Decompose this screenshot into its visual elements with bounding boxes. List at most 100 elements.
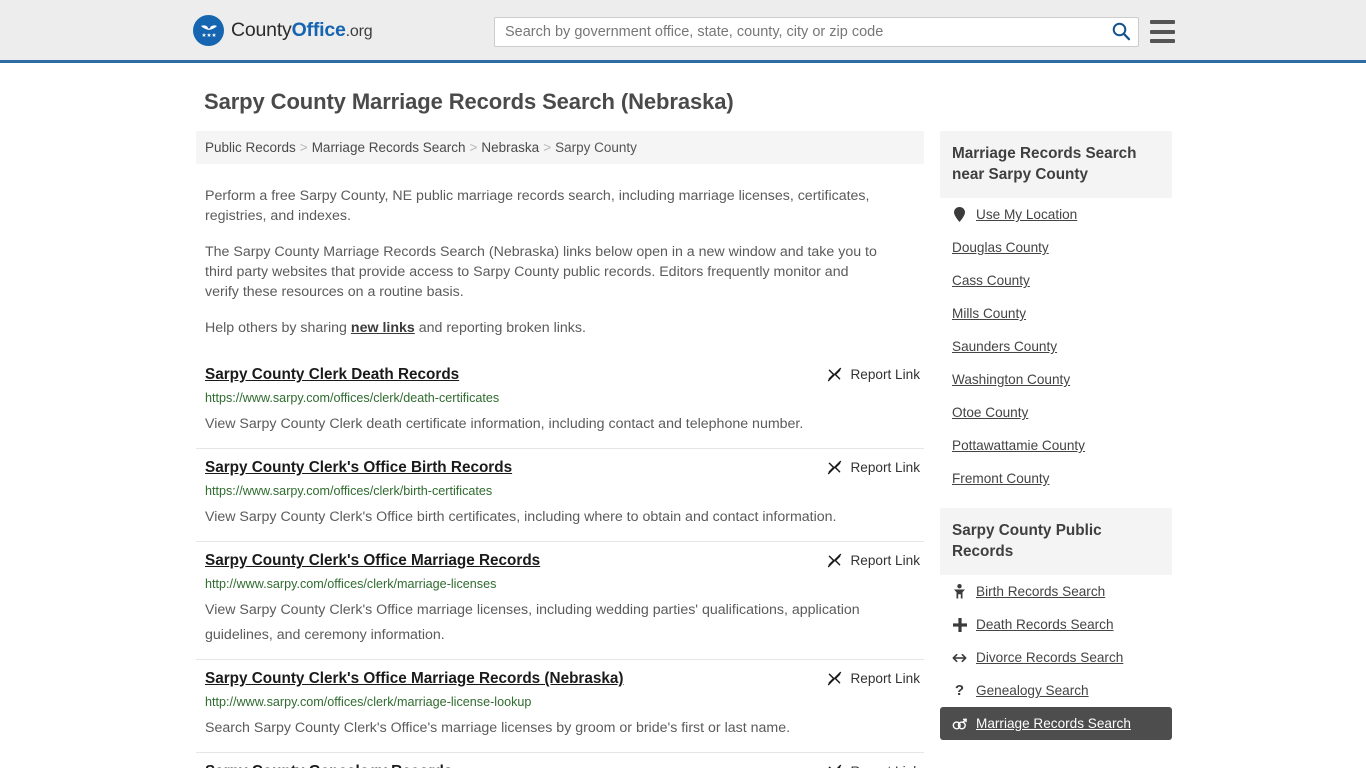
hamburger-menu-icon[interactable] [1150, 20, 1175, 43]
new-links-link[interactable]: new links [351, 320, 415, 336]
result-description: View Sarpy County Clerk's Office marriag… [205, 602, 860, 643]
breadcrumb-item-nebraska[interactable]: Nebraska [481, 140, 539, 155]
eagle-shield-icon [193, 14, 224, 46]
sidebar-public-records-list: Birth Records Search Death Records Searc… [940, 575, 1172, 740]
report-link-button[interactable]: Report Link [826, 459, 924, 476]
result-description: Search Sarpy County Clerk's Office's mar… [205, 720, 791, 736]
report-link-button[interactable]: Report Link [826, 763, 924, 768]
sidebar-public-records-heading: Sarpy County Public Records [940, 508, 1172, 575]
sidebar-item-douglas-county[interactable]: Douglas County [940, 231, 1172, 264]
search-bar[interactable] [494, 17, 1139, 47]
broken-link-icon [826, 366, 843, 383]
report-link-label: Report Link [850, 367, 920, 382]
interlocking-rings-icon [952, 718, 967, 730]
sidebar-item-divorce-records-search[interactable]: Divorce Records Search [940, 641, 1172, 674]
sidebar-item-fremont-county[interactable]: Fremont County [940, 462, 1172, 495]
intro-text: Perform a free Sarpy County, NE public m… [196, 186, 924, 338]
sidebar-item-label: Birth Records Search [976, 584, 1106, 599]
report-link-label: Report Link [850, 671, 920, 686]
sidebar-item-cass-county[interactable]: Cass County [940, 264, 1172, 297]
report-link-button[interactable]: Report Link [826, 366, 924, 383]
sidebar-item-mills-county[interactable]: Mills County [940, 297, 1172, 330]
site-logo[interactable]: CountyOffice.org [193, 14, 373, 46]
sidebar-item-label: Cass County [952, 273, 1030, 288]
intro-paragraph-2: The Sarpy County Marriage Records Search… [205, 244, 877, 300]
baby-icon [952, 584, 967, 599]
logo-text-org: .org [345, 22, 373, 40]
sidebar-nearby-list: Use My Location Douglas County Cass Coun… [940, 198, 1172, 495]
result-title-link[interactable]: Sarpy County Clerk Death Records [205, 365, 459, 384]
sidebar-nearby-box: Marriage Records Search near Sarpy Count… [940, 131, 1172, 495]
result-url: https://www.sarpy.com/offices/clerk/birt… [205, 484, 493, 498]
sidebar-item-label: Otoe County [952, 405, 1029, 420]
page-title: Sarpy County Marriage Records Search (Ne… [204, 89, 734, 114]
sidebar-item-marriage-records-search[interactable]: Marriage Records Search [940, 707, 1172, 740]
site-header: CountyOffice.org [0, 0, 1366, 63]
report-link-label: Report Link [850, 553, 920, 568]
report-link-label: Report Link [850, 764, 920, 768]
result-url: http://www.sarpy.com/offices/clerk/marri… [205, 577, 497, 591]
breadcrumb-item-public-records[interactable]: Public Records [205, 140, 296, 155]
result-title-link[interactable]: Sarpy County Genealogy Records [205, 762, 452, 768]
breadcrumb-item-marriage-records-search[interactable]: Marriage Records Search [312, 140, 466, 155]
sidebar-item-label: Use My Location [976, 207, 1078, 222]
sidebar-item-label: Fremont County [952, 471, 1050, 486]
sidebar-item-genealogy-search[interactable]: ? Genealogy Search [940, 674, 1172, 707]
sidebar-item-label: Pottawattamie County [952, 438, 1085, 453]
result-item: Sarpy County Genealogy Records Report Li… [196, 752, 924, 768]
search-input[interactable] [495, 18, 1104, 46]
result-item: Sarpy County Clerk's Office Marriage Rec… [196, 541, 924, 659]
result-description: View Sarpy County Clerk's Office birth c… [205, 509, 837, 525]
logo-text-office: Office [291, 18, 346, 41]
result-title-link[interactable]: Sarpy County Clerk's Office Birth Record… [205, 458, 512, 477]
sidebar-item-label: Saunders County [952, 339, 1058, 354]
result-title-link[interactable]: Sarpy County Clerk's Office Marriage Rec… [205, 669, 624, 688]
sidebar-nearby-heading: Marriage Records Search near Sarpy Count… [940, 131, 1172, 198]
result-description: View Sarpy County Clerk death certificat… [205, 416, 804, 432]
breadcrumb-separator: > [469, 140, 478, 155]
sidebar-item-washington-county[interactable]: Washington County [940, 363, 1172, 396]
breadcrumb-separator: > [543, 140, 552, 155]
search-button[interactable] [1104, 18, 1138, 46]
question-mark-icon: ? [954, 682, 965, 699]
intro-paragraph-3: Help others by sharing new links and rep… [205, 318, 877, 338]
hamburger-bar [1150, 39, 1175, 43]
sidebar-item-otoe-county[interactable]: Otoe County [940, 396, 1172, 429]
sidebar-item-pottawattamie-county[interactable]: Pottawattamie County [940, 429, 1172, 462]
sidebar-item-death-records-search[interactable]: Death Records Search [940, 608, 1172, 641]
report-link-button[interactable]: Report Link [826, 552, 924, 569]
hamburger-bar [1150, 20, 1175, 24]
result-url: https://www.sarpy.com/offices/clerk/deat… [205, 391, 500, 405]
sidebar-item-label: Divorce Records Search [976, 650, 1124, 665]
broken-link-icon [826, 552, 843, 569]
results-list: Sarpy County Clerk Death Records Report … [196, 356, 924, 768]
cross-icon [952, 617, 967, 632]
sidebar-item-label: Mills County [952, 306, 1027, 321]
breadcrumb-separator: > [299, 140, 308, 155]
result-header: Sarpy County Clerk Death Records Report … [205, 365, 924, 384]
result-header: Sarpy County Clerk's Office Marriage Rec… [205, 669, 924, 688]
sidebar-item-birth-records-search[interactable]: Birth Records Search [940, 575, 1172, 608]
sidebar-item-label: Genealogy Search [976, 683, 1089, 698]
map-pin-icon [952, 207, 967, 222]
result-header: Sarpy County Clerk's Office Birth Record… [205, 458, 924, 477]
intro-p3-after: and reporting broken links. [414, 320, 586, 336]
main-content: Public Records > Marriage Records Search > N… [196, 131, 924, 768]
sidebar-item-use-my-location[interactable]: Use My Location [940, 198, 1172, 231]
result-title-link[interactable]: Sarpy County Clerk's Office Marriage Rec… [205, 551, 540, 570]
sidebar: Marriage Records Search near Sarpy Count… [940, 131, 1172, 768]
content-columns: Public Records > Marriage Records Search > N… [0, 131, 1366, 768]
report-link-button[interactable]: Report Link [826, 670, 924, 687]
result-item: Sarpy County Clerk's Office Birth Record… [196, 448, 924, 541]
sidebar-item-saunders-county[interactable]: Saunders County [940, 330, 1172, 363]
search-icon [1111, 21, 1131, 44]
left-right-arrow-icon [952, 652, 967, 664]
hamburger-bar [1150, 29, 1175, 34]
result-header: Sarpy County Genealogy Records Report Li… [205, 762, 924, 768]
breadcrumb: Public Records > Marriage Records Search > N… [196, 131, 924, 164]
result-header: Sarpy County Clerk's Office Marriage Rec… [205, 551, 924, 570]
sidebar-public-records-box: Sarpy County Public Records Birth Record… [940, 508, 1172, 740]
sidebar-item-label: Death Records Search [976, 617, 1114, 632]
breadcrumb-item-sarpy-county: Sarpy County [555, 140, 637, 155]
